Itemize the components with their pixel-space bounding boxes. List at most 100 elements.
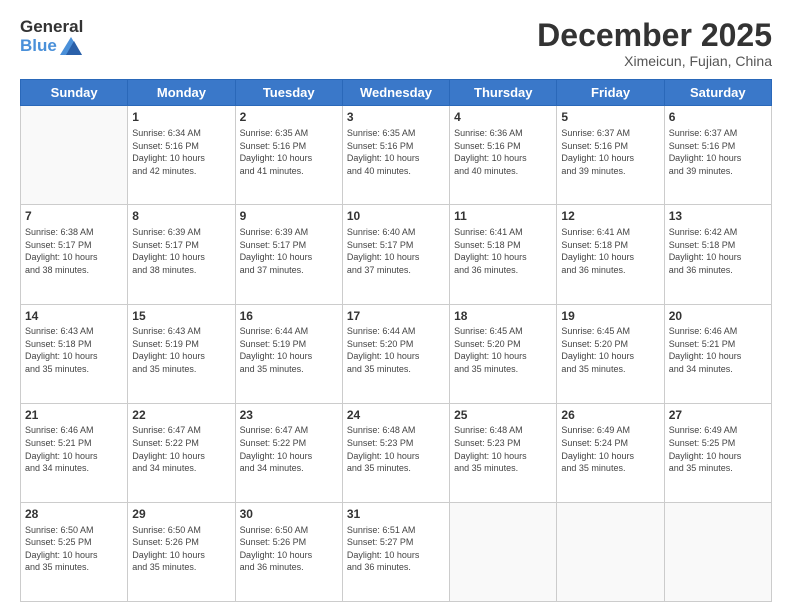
day-info: Sunrise: 6:38 AM Sunset: 5:17 PM Dayligh… [25,226,123,276]
day-number: 15 [132,308,230,325]
day-cell: 3Sunrise: 6:35 AM Sunset: 5:16 PM Daylig… [342,106,449,205]
day-number: 24 [347,407,445,424]
day-info: Sunrise: 6:39 AM Sunset: 5:17 PM Dayligh… [240,226,338,276]
day-info: Sunrise: 6:50 AM Sunset: 5:26 PM Dayligh… [240,524,338,574]
day-number: 4 [454,109,552,126]
week-row-5: 28Sunrise: 6:50 AM Sunset: 5:25 PM Dayli… [21,502,772,601]
day-number: 9 [240,208,338,225]
weekday-header-tuesday: Tuesday [235,80,342,106]
day-info: Sunrise: 6:37 AM Sunset: 5:16 PM Dayligh… [561,127,659,177]
day-number: 1 [132,109,230,126]
day-number: 5 [561,109,659,126]
day-number: 31 [347,506,445,523]
weekday-header-sunday: Sunday [21,80,128,106]
day-cell: 6Sunrise: 6:37 AM Sunset: 5:16 PM Daylig… [664,106,771,205]
day-number: 6 [669,109,767,126]
day-info: Sunrise: 6:43 AM Sunset: 5:18 PM Dayligh… [25,325,123,375]
day-number: 19 [561,308,659,325]
day-info: Sunrise: 6:36 AM Sunset: 5:16 PM Dayligh… [454,127,552,177]
month-title: December 2025 [537,18,772,53]
calendar-table: SundayMondayTuesdayWednesdayThursdayFrid… [20,79,772,602]
day-number: 28 [25,506,123,523]
day-number: 14 [25,308,123,325]
day-cell: 8Sunrise: 6:39 AM Sunset: 5:17 PM Daylig… [128,205,235,304]
weekday-header-row: SundayMondayTuesdayWednesdayThursdayFrid… [21,80,772,106]
day-info: Sunrise: 6:48 AM Sunset: 5:23 PM Dayligh… [347,424,445,474]
day-cell [557,502,664,601]
day-cell: 10Sunrise: 6:40 AM Sunset: 5:17 PM Dayli… [342,205,449,304]
day-cell: 26Sunrise: 6:49 AM Sunset: 5:24 PM Dayli… [557,403,664,502]
day-number: 8 [132,208,230,225]
logo-general: General [20,18,83,37]
day-cell: 15Sunrise: 6:43 AM Sunset: 5:19 PM Dayli… [128,304,235,403]
header: General Blue December 2025 Ximeicun, Fuj… [20,18,772,69]
day-info: Sunrise: 6:46 AM Sunset: 5:21 PM Dayligh… [25,424,123,474]
day-cell: 21Sunrise: 6:46 AM Sunset: 5:21 PM Dayli… [21,403,128,502]
day-number: 7 [25,208,123,225]
day-info: Sunrise: 6:35 AM Sunset: 5:16 PM Dayligh… [240,127,338,177]
day-cell: 30Sunrise: 6:50 AM Sunset: 5:26 PM Dayli… [235,502,342,601]
day-cell: 27Sunrise: 6:49 AM Sunset: 5:25 PM Dayli… [664,403,771,502]
day-info: Sunrise: 6:34 AM Sunset: 5:16 PM Dayligh… [132,127,230,177]
weekday-header-friday: Friday [557,80,664,106]
day-info: Sunrise: 6:49 AM Sunset: 5:24 PM Dayligh… [561,424,659,474]
day-cell: 5Sunrise: 6:37 AM Sunset: 5:16 PM Daylig… [557,106,664,205]
day-number: 13 [669,208,767,225]
day-cell: 7Sunrise: 6:38 AM Sunset: 5:17 PM Daylig… [21,205,128,304]
day-cell: 13Sunrise: 6:42 AM Sunset: 5:18 PM Dayli… [664,205,771,304]
day-cell: 28Sunrise: 6:50 AM Sunset: 5:25 PM Dayli… [21,502,128,601]
week-row-4: 21Sunrise: 6:46 AM Sunset: 5:21 PM Dayli… [21,403,772,502]
day-number: 26 [561,407,659,424]
weekday-header-wednesday: Wednesday [342,80,449,106]
day-cell: 25Sunrise: 6:48 AM Sunset: 5:23 PM Dayli… [450,403,557,502]
day-info: Sunrise: 6:45 AM Sunset: 5:20 PM Dayligh… [561,325,659,375]
day-number: 16 [240,308,338,325]
day-info: Sunrise: 6:41 AM Sunset: 5:18 PM Dayligh… [454,226,552,276]
day-cell [21,106,128,205]
day-number: 20 [669,308,767,325]
day-info: Sunrise: 6:47 AM Sunset: 5:22 PM Dayligh… [240,424,338,474]
day-info: Sunrise: 6:49 AM Sunset: 5:25 PM Dayligh… [669,424,767,474]
day-info: Sunrise: 6:42 AM Sunset: 5:18 PM Dayligh… [669,226,767,276]
week-row-2: 7Sunrise: 6:38 AM Sunset: 5:17 PM Daylig… [21,205,772,304]
day-number: 18 [454,308,552,325]
day-info: Sunrise: 6:51 AM Sunset: 5:27 PM Dayligh… [347,524,445,574]
day-cell: 31Sunrise: 6:51 AM Sunset: 5:27 PM Dayli… [342,502,449,601]
day-number: 22 [132,407,230,424]
day-cell: 18Sunrise: 6:45 AM Sunset: 5:20 PM Dayli… [450,304,557,403]
day-info: Sunrise: 6:41 AM Sunset: 5:18 PM Dayligh… [561,226,659,276]
title-block: December 2025 Ximeicun, Fujian, China [537,18,772,69]
day-info: Sunrise: 6:35 AM Sunset: 5:16 PM Dayligh… [347,127,445,177]
day-cell [450,502,557,601]
day-cell: 17Sunrise: 6:44 AM Sunset: 5:20 PM Dayli… [342,304,449,403]
day-number: 25 [454,407,552,424]
weekday-header-monday: Monday [128,80,235,106]
day-number: 27 [669,407,767,424]
location-subtitle: Ximeicun, Fujian, China [537,53,772,69]
weekday-header-saturday: Saturday [664,80,771,106]
page: General Blue December 2025 Ximeicun, Fuj… [0,0,792,612]
day-cell: 11Sunrise: 6:41 AM Sunset: 5:18 PM Dayli… [450,205,557,304]
day-cell: 14Sunrise: 6:43 AM Sunset: 5:18 PM Dayli… [21,304,128,403]
day-info: Sunrise: 6:50 AM Sunset: 5:26 PM Dayligh… [132,524,230,574]
day-cell: 9Sunrise: 6:39 AM Sunset: 5:17 PM Daylig… [235,205,342,304]
day-cell: 20Sunrise: 6:46 AM Sunset: 5:21 PM Dayli… [664,304,771,403]
logo-icon [60,37,82,55]
day-cell: 16Sunrise: 6:44 AM Sunset: 5:19 PM Dayli… [235,304,342,403]
day-cell [664,502,771,601]
day-cell: 4Sunrise: 6:36 AM Sunset: 5:16 PM Daylig… [450,106,557,205]
week-row-3: 14Sunrise: 6:43 AM Sunset: 5:18 PM Dayli… [21,304,772,403]
day-info: Sunrise: 6:45 AM Sunset: 5:20 PM Dayligh… [454,325,552,375]
logo: General Blue [20,18,83,55]
day-number: 11 [454,208,552,225]
day-cell: 19Sunrise: 6:45 AM Sunset: 5:20 PM Dayli… [557,304,664,403]
day-cell: 22Sunrise: 6:47 AM Sunset: 5:22 PM Dayli… [128,403,235,502]
logo-blue: Blue [20,37,57,56]
day-number: 21 [25,407,123,424]
day-info: Sunrise: 6:40 AM Sunset: 5:17 PM Dayligh… [347,226,445,276]
day-cell: 1Sunrise: 6:34 AM Sunset: 5:16 PM Daylig… [128,106,235,205]
week-row-1: 1Sunrise: 6:34 AM Sunset: 5:16 PM Daylig… [21,106,772,205]
day-info: Sunrise: 6:44 AM Sunset: 5:19 PM Dayligh… [240,325,338,375]
day-info: Sunrise: 6:39 AM Sunset: 5:17 PM Dayligh… [132,226,230,276]
day-info: Sunrise: 6:48 AM Sunset: 5:23 PM Dayligh… [454,424,552,474]
